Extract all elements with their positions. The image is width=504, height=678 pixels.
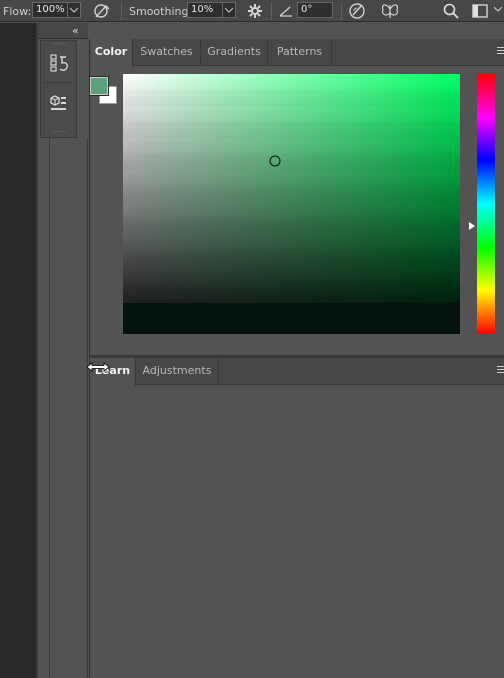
- history-icon: [50, 54, 68, 72]
- workspace-icon[interactable]: [472, 0, 490, 22]
- foreground-color-swatch[interactable]: [89, 76, 109, 96]
- workspace-dropdown[interactable]: [492, 2, 504, 18]
- dock-column-border: [49, 138, 50, 678]
- chevron-down-icon: [494, 6, 502, 12]
- dock-grip[interactable]: [53, 43, 65, 45]
- gear-icon[interactable]: [246, 0, 266, 22]
- separator: [271, 2, 272, 20]
- tab-swatches[interactable]: Swatches: [133, 39, 201, 66]
- flow-dropdown[interactable]: [67, 2, 81, 18]
- search-icon[interactable]: [443, 0, 461, 22]
- canvas-area-edge: [0, 23, 36, 678]
- smoothing-input[interactable]: 10%: [187, 2, 223, 18]
- history-panel-button[interactable]: [41, 47, 76, 79]
- chevron-down-icon: [225, 7, 233, 13]
- photoshop-window: Flow: 100% Smoothing: 10% 0° « Color Swa…: [0, 0, 504, 678]
- resize-cursor-icon: [86, 362, 110, 372]
- properties-icon: [50, 95, 66, 110]
- color-panel-tabs: Color Swatches Gradients Patterns: [90, 39, 504, 67]
- properties-panel-button[interactable]: [41, 87, 76, 119]
- pressure-size-icon[interactable]: [348, 0, 368, 22]
- flow-input[interactable]: 100%: [32, 2, 68, 18]
- separator: [341, 2, 342, 20]
- smoothing-label: Smoothing:: [129, 4, 193, 18]
- tab-adjustments[interactable]: Adjustments: [136, 358, 219, 385]
- color-field-graphic: [123, 74, 460, 334]
- color-field[interactable]: [123, 74, 460, 334]
- angle-icon: [279, 0, 295, 22]
- tab-patterns[interactable]: Patterns: [268, 39, 332, 66]
- symmetry-butterfly-icon[interactable]: [380, 0, 402, 22]
- angle-input[interactable]: 0°: [297, 2, 333, 18]
- separator: [121, 2, 122, 20]
- dock-column-border: [87, 138, 88, 678]
- tab-color[interactable]: Color: [90, 39, 133, 67]
- learn-panel-tabs: Learn Adjustments: [90, 358, 504, 386]
- smoothing-dropdown[interactable]: [222, 2, 236, 18]
- pressure-opacity-icon[interactable]: [92, 0, 114, 22]
- chevron-down-icon: [70, 7, 78, 13]
- panel-menu-icon[interactable]: [497, 366, 504, 375]
- collapse-panels-button[interactable]: «: [72, 24, 79, 38]
- dock-divider: [45, 82, 72, 83]
- hue-slider[interactable]: [477, 74, 495, 334]
- dock-column: [40, 40, 77, 138]
- options-bar: Flow: 100% Smoothing: 10% 0°: [0, 0, 504, 22]
- color-panel: Color Swatches Gradients Patterns: [89, 39, 504, 355]
- panel-menu-icon[interactable]: [497, 47, 504, 56]
- hue-slider-handle[interactable]: [469, 222, 475, 230]
- collapsed-panel-dock: «: [38, 23, 88, 678]
- dock-header: «: [38, 23, 88, 39]
- learn-panel: Learn Adjustments: [89, 358, 504, 678]
- dock-grip[interactable]: [53, 131, 65, 133]
- flow-label: Flow:: [3, 4, 32, 18]
- tab-gradients[interactable]: Gradients: [201, 39, 268, 66]
